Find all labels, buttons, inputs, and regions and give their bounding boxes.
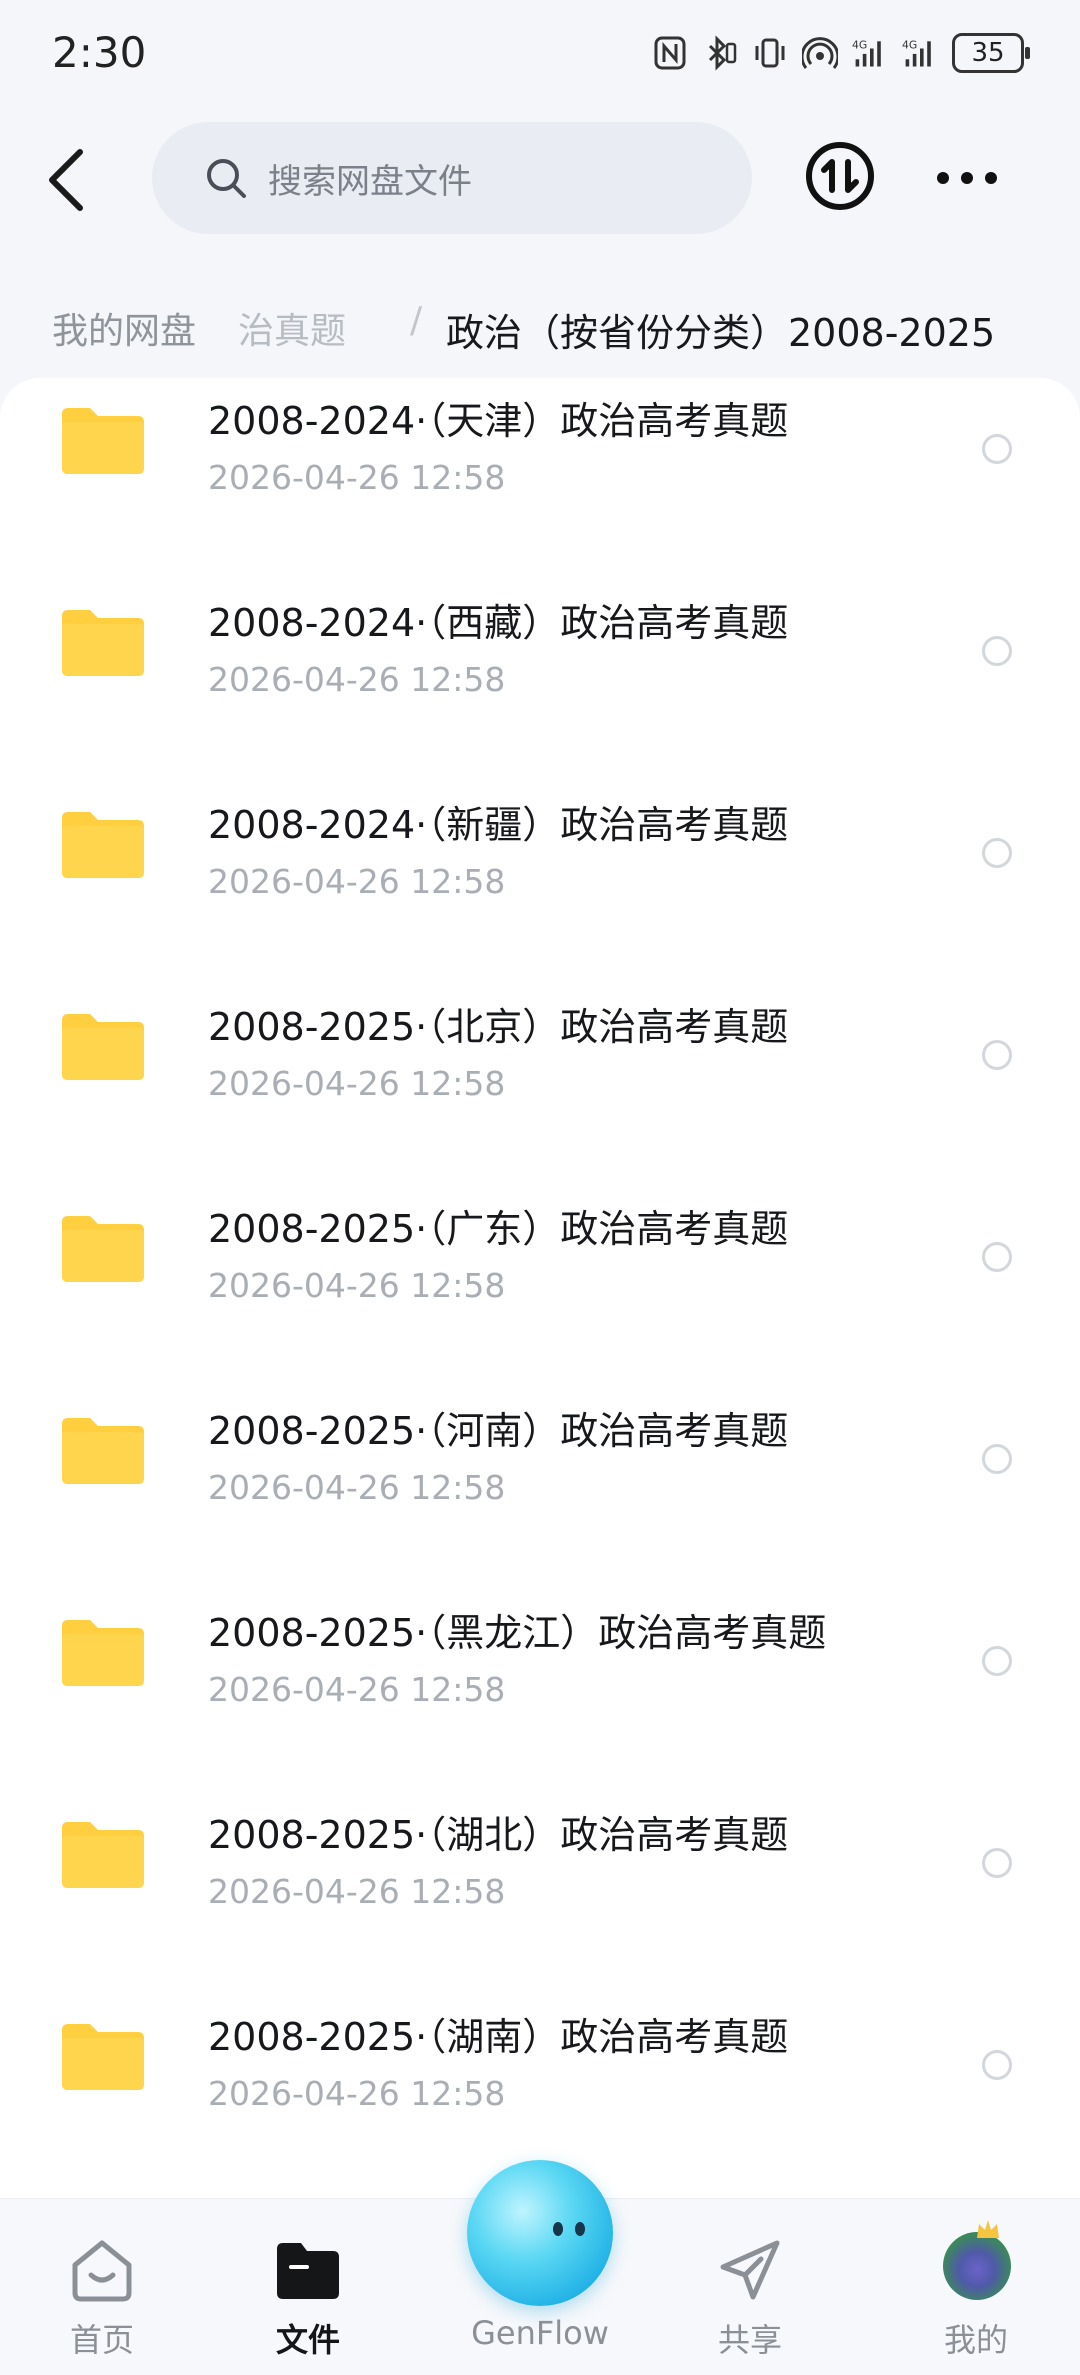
file-date: 2026-04-26 12:58 [208,1064,506,1103]
file-name: 2008-2025·（广东）政治高考真题 [208,1207,789,1251]
folder-icon [62,1216,144,1282]
select-checkbox[interactable] [982,434,1012,464]
send-icon [720,2240,780,2300]
chevron-left-icon [49,149,83,211]
select-checkbox[interactable] [982,2050,1012,2080]
breadcrumb-parent[interactable]: 治真题 [238,302,346,354]
nav-me-label: 我的 [943,2321,1008,2359]
folder-filled-icon [277,2243,339,2299]
file-row[interactable]: 2008-2025·（黑龙江）政治高考真题 2026-04-26 12:58 [0,1566,1080,1768]
search-icon [207,159,246,198]
home-icon [72,2240,132,2302]
nav-files-label: 文件 [275,2321,340,2359]
hotspot-icon [802,37,838,69]
nav-files[interactable]: 文件 [218,2199,398,2375]
file-row[interactable]: 2008-2024·（天津）政治高考真题 2026-04-26 12:58 [0,378,1080,556]
transfer-button[interactable] [804,140,876,212]
folder-icon [62,812,144,878]
file-name: 2008-2024·（天津）政治高考真题 [208,399,789,443]
status-icons: 4G 4G 35 [652,30,1030,76]
status-bar: 2:30 4G 4G 35 [0,0,1080,110]
folder-icon [62,1822,144,1888]
genflow-eye-right [575,2222,585,2236]
svg-text:4G: 4G [852,39,867,52]
file-date: 2026-04-26 12:58 [208,660,506,699]
file-date: 2026-04-26 12:58 [208,2074,506,2113]
vibrate-icon [755,38,785,68]
folder-icon [62,408,144,474]
file-list: 2008-2024·（天津）政治高考真题 2026-04-26 12:58 2008… [0,378,1080,2198]
breadcrumb-separator: / [410,300,423,341]
select-checkbox[interactable] [982,1848,1012,1878]
search-placeholder: 搜索网盘文件 [268,161,472,202]
breadcrumb-root[interactable]: 我的网盘 [52,302,196,354]
battery-indicator: 35 [952,33,1030,73]
file-name: 2008-2025·（河南）政治高考真题 [208,1409,789,1453]
file-name: 2008-2025·（湖南）政治高考真题 [208,2015,789,2059]
select-checkbox[interactable] [982,1444,1012,1474]
signal-4g-icon-2: 4G [902,39,931,67]
svg-text:4G: 4G [902,39,917,52]
nfc-icon [654,36,686,70]
folder-icon [62,1418,144,1484]
file-row[interactable]: 2008-2024·（西藏）政治高考真题 2026-04-26 12:58 [0,556,1080,758]
file-date: 2026-04-26 12:58 [208,1872,506,1911]
file-name: 2008-2024·（西藏）政治高考真题 [208,601,789,645]
more-dots-icon [937,172,997,184]
file-name: 2008-2025·（湖北）政治高考真题 [208,1813,789,1857]
app-screen: 2:30 4G 4G 35 搜索网盘文件 我的网盘 治真题 / 政治（按省份分类… [0,0,1080,2375]
back-button[interactable] [36,140,96,220]
nav-home-label: 首页 [69,2321,134,2359]
folder-icon [62,1620,144,1686]
file-name: 2008-2025·（黑龙江）政治高考真题 [208,1611,827,1655]
nav-home[interactable]: 首页 [12,2199,192,2375]
folder-icon [62,2024,144,2090]
file-row[interactable]: 2008-2025·（湖北）政治高考真题 2026-04-26 12:58 [0,1768,1080,1970]
search-input[interactable]: 搜索网盘文件 [152,122,752,234]
file-date: 2026-04-26 12:58 [208,862,506,901]
nav-share-label: 共享 [717,2321,782,2359]
nav-share[interactable]: 共享 [660,2199,840,2375]
select-checkbox[interactable] [982,1646,1012,1676]
file-row[interactable]: 2008-2025·（河南）政治高考真题 2026-04-26 12:58 [0,1364,1080,1566]
file-name: 2008-2025·（北京）政治高考真题 [208,1005,789,1049]
crown-icon [977,2220,999,2238]
file-date: 2026-04-26 12:58 [208,458,506,497]
file-name: 2008-2024·（新疆）政治高考真题 [208,803,789,847]
file-date: 2026-04-26 12:58 [208,1468,506,1507]
folder-icon [62,610,144,676]
more-button[interactable] [930,150,1004,206]
genflow-eye-left [553,2222,563,2236]
bluetooth-icon [708,35,737,71]
file-date: 2026-04-26 12:58 [208,1670,506,1709]
status-time: 2:30 [52,28,147,77]
avatar[interactable] [943,2232,1011,2300]
file-row[interactable]: 2008-2025·（北京）政治高考真题 2026-04-26 12:58 [0,960,1080,1162]
select-checkbox[interactable] [982,636,1012,666]
genflow-label: GenFlow [471,2314,609,2352]
signal-4g-icon: 4G [852,39,881,67]
transfer-icon [806,142,874,210]
breadcrumb: 我的网盘 治真题 / 政治（按省份分类）2008-2025 [0,290,1080,366]
file-date: 2026-04-26 12:58 [208,1266,506,1305]
select-checkbox[interactable] [982,1040,1012,1070]
file-row[interactable]: 2008-2025·（广东）政治高考真题 2026-04-26 12:58 [0,1162,1080,1364]
select-checkbox[interactable] [982,1242,1012,1272]
breadcrumb-current: 政治（按省份分类）2008-2025 [446,311,996,355]
file-row[interactable]: 2008-2025·（湖南）政治高考真题 2026-04-26 12:58 [0,1970,1080,2172]
genflow-button[interactable] [467,2160,613,2306]
file-row[interactable]: 2008-2024·（新疆）政治高考真题 2026-04-26 12:58 [0,758,1080,960]
folder-icon [62,1014,144,1080]
select-checkbox[interactable] [982,838,1012,868]
